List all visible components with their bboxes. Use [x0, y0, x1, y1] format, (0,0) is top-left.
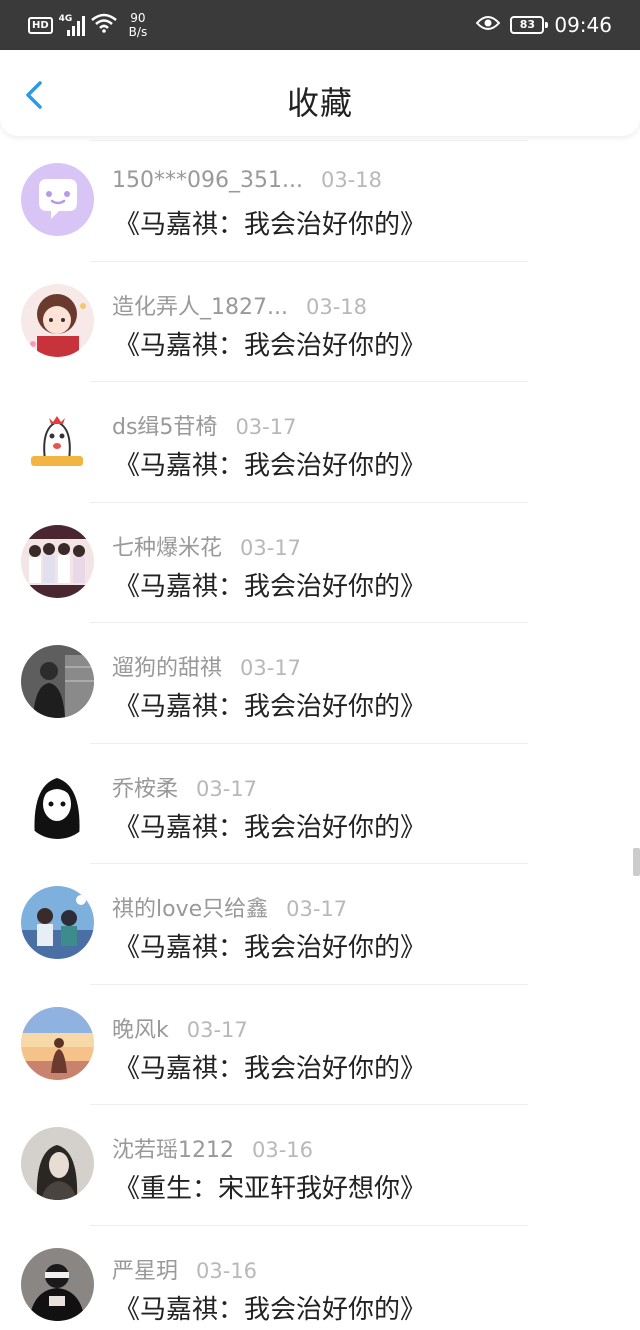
username[interactable]: 150***096_351...	[112, 168, 303, 193]
book-title[interactable]: 《马嘉祺：我会治好你的》	[114, 807, 426, 844]
divider	[90, 863, 528, 864]
date: 03-17	[240, 656, 302, 680]
item-meta: 晚风k 03-17	[112, 1012, 248, 1044]
divider	[90, 260, 528, 262]
list-item[interactable]: 150***096_351... 03-18 《马嘉祺：我会治好你的》	[0, 140, 640, 261]
favorites-list: 150***096_351... 03-18 《马嘉祺：我会治好你的》 造化弄人…	[0, 140, 640, 1330]
date: 03-18	[320, 168, 382, 192]
book-title[interactable]: 《重生：宋亚轩我好想你》	[114, 1168, 426, 1205]
scrollbar-thumb[interactable]	[633, 848, 640, 876]
date: 03-17	[186, 1017, 248, 1042]
avatar[interactable]	[21, 404, 94, 477]
nav-bar: 收藏	[0, 50, 640, 136]
avatar[interactable]	[21, 886, 94, 959]
divider	[90, 983, 528, 985]
avatar[interactable]	[21, 524, 94, 598]
username[interactable]: 严星玥	[112, 1253, 178, 1285]
list-item[interactable]: 乔桉柔 03-17 《马嘉祺：我会治好你的》	[0, 742, 640, 864]
divider	[90, 381, 528, 382]
avatar[interactable]	[21, 645, 94, 718]
speed-unit: B/s	[128, 25, 148, 39]
avatar[interactable]	[21, 765, 94, 839]
divider	[90, 1224, 528, 1226]
clock: 09:46	[554, 13, 612, 37]
list-item[interactable]: 造化弄人_1827... 03-18 《马嘉祺：我会治好你的》	[0, 260, 640, 382]
book-title[interactable]: 《马嘉祺：我会治好你的》	[114, 566, 426, 603]
date: 03-17	[240, 535, 302, 560]
status-left: HD 4G 90 B/s	[28, 10, 147, 40]
page-title: 收藏	[286, 84, 353, 122]
item-meta: 遛狗的甜祺 03-17	[112, 650, 301, 682]
list-item[interactable]: 遛狗的甜祺 03-17 《马嘉祺：我会治好你的》	[0, 622, 640, 743]
item-meta: ds缉5苷椅 03-17	[112, 409, 296, 441]
username[interactable]: 造化弄人_1827...	[112, 289, 288, 321]
item-meta: 造化弄人_1827... 03-18	[112, 289, 367, 321]
avatar[interactable]	[21, 283, 94, 357]
divider	[90, 140, 528, 141]
divider	[90, 501, 528, 503]
date: 03-17	[196, 776, 258, 801]
list-item[interactable]: 严星玥 03-16 《马嘉祺：我会治好你的》	[0, 1224, 640, 1330]
hd-icon: HD	[28, 16, 53, 34]
book-title[interactable]: 《马嘉祺：我会治好你的》	[114, 204, 426, 241]
divider	[90, 622, 528, 623]
item-meta: 七种爆米花 03-17	[112, 530, 301, 562]
list-item[interactable]: ds缉5苷椅 03-17 《马嘉祺：我会治好你的》	[0, 381, 640, 502]
username[interactable]: 乔桉柔	[112, 771, 178, 803]
date: 03-16	[252, 1138, 314, 1162]
avatar[interactable]	[21, 1247, 94, 1321]
book-title[interactable]: 《马嘉祺：我会治好你的》	[114, 445, 426, 482]
date: 03-16	[196, 1258, 258, 1283]
avatar[interactable]	[21, 163, 94, 236]
status-bar: HD 4G 90 B/s 83 09:46	[0, 0, 640, 50]
date: 03-18	[305, 294, 367, 319]
list-item[interactable]: 沈若瑶1212 03-16 《重生：宋亚轩我好想你》	[0, 1104, 640, 1225]
item-meta: 沈若瑶1212 03-16	[112, 1132, 313, 1164]
speed-value: 90	[130, 11, 146, 25]
avatar[interactable]	[21, 1006, 94, 1080]
list-item[interactable]: 祺的love只给鑫 03-17 《马嘉祺：我会治好你的》	[0, 863, 640, 984]
status-right: 83 09:46	[476, 10, 612, 40]
book-title[interactable]: 《马嘉祺：我会治好你的》	[114, 1289, 426, 1326]
username[interactable]: ds缉5苷椅	[112, 409, 217, 441]
item-meta: 祺的love只给鑫 03-17	[112, 891, 347, 923]
network-speed: 90 B/s	[129, 11, 148, 39]
date: 03-17	[235, 415, 297, 439]
wifi-icon	[90, 13, 117, 37]
book-title[interactable]: 《马嘉祺：我会治好你的》	[114, 1048, 426, 1085]
book-title[interactable]: 《马嘉祺：我会治好你的》	[114, 686, 426, 723]
username[interactable]: 祺的love只给鑫	[112, 891, 268, 923]
username[interactable]: 七种爆米花	[112, 530, 222, 562]
list-item[interactable]: 七种爆米花 03-17 《马嘉祺：我会治好你的》	[0, 501, 640, 623]
item-meta: 150***096_351... 03-18	[112, 168, 382, 193]
date: 03-17	[286, 897, 348, 921]
divider	[90, 742, 528, 744]
book-title[interactable]: 《马嘉祺：我会治好你的》	[114, 927, 426, 964]
divider	[90, 1104, 528, 1105]
username[interactable]: 沈若瑶1212	[112, 1132, 234, 1164]
signal-icon: 4G	[59, 14, 85, 36]
username[interactable]: 遛狗的甜祺	[112, 650, 222, 682]
book-title[interactable]: 《马嘉祺：我会治好你的》	[114, 325, 426, 362]
item-meta: 严星玥 03-16	[112, 1253, 257, 1285]
item-meta: 乔桉柔 03-17	[112, 771, 257, 803]
eye-icon	[476, 15, 501, 35]
username[interactable]: 晚风k	[112, 1012, 169, 1044]
list-item[interactable]: 晚风k 03-17 《马嘉祺：我会治好你的》	[0, 983, 640, 1105]
battery-icon: 83	[510, 16, 549, 34]
avatar[interactable]	[21, 1127, 94, 1200]
